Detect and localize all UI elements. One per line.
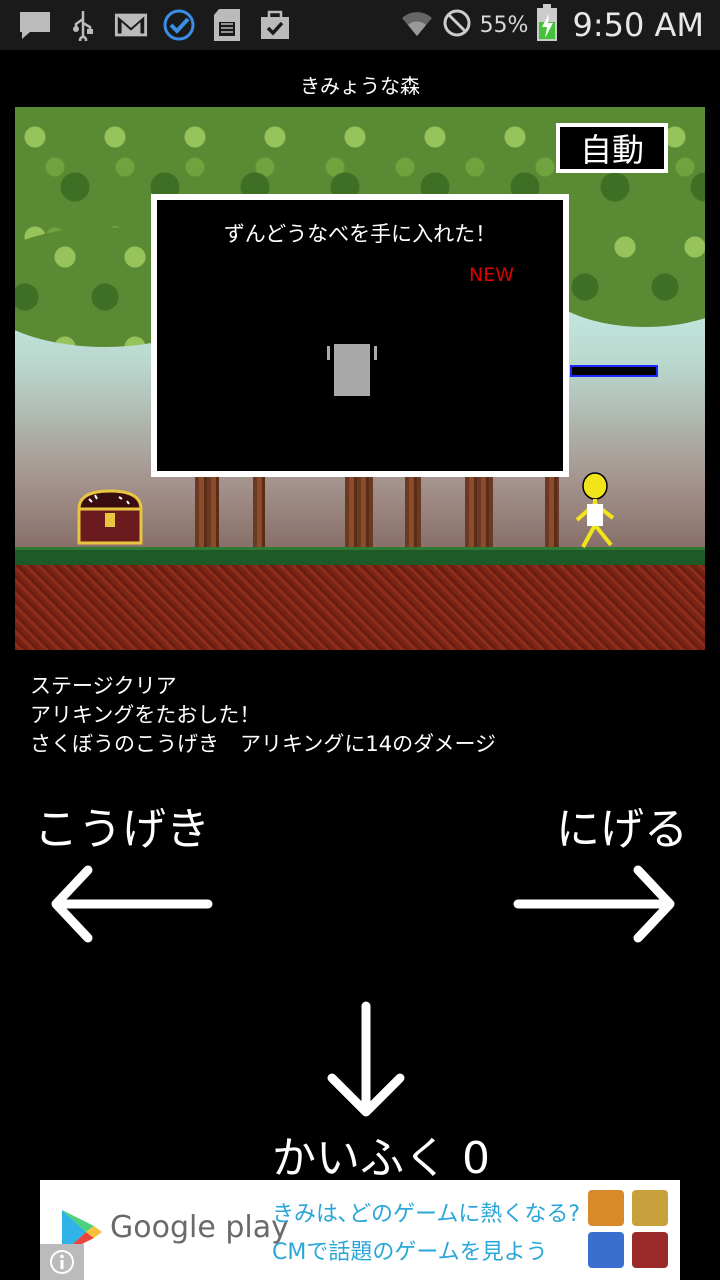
ad-info-icon[interactable]	[40, 1244, 84, 1280]
pot-icon	[327, 342, 377, 402]
game-thumbnail	[632, 1232, 668, 1268]
tree-trunk	[253, 477, 265, 547]
game-thumbnail	[632, 1190, 668, 1226]
notification-icons	[18, 8, 292, 42]
down-arrow-icon[interactable]	[324, 1000, 408, 1122]
right-arrow-icon[interactable]	[512, 862, 678, 950]
tree-trunk	[405, 477, 421, 547]
item-get-dialog: ずんどうなべを手に入れた！ NEW	[151, 194, 569, 477]
wifi-icon	[400, 8, 434, 42]
status-bar: 55% 9:50 AM	[0, 0, 720, 50]
game-thumbnail	[588, 1232, 624, 1268]
ad-banner[interactable]: Google play きみは､どのゲームに熱くなる? CMで話題のゲームを見よ…	[40, 1180, 680, 1280]
tree-trunk	[465, 477, 493, 547]
log-line: アリキングをたおした！	[30, 703, 261, 727]
sd-card-icon	[210, 8, 244, 42]
attack-label[interactable]: こうげき	[34, 793, 210, 857]
ad-brand: Google play	[110, 1210, 289, 1245]
ad-headline: きみは､どのゲームに熱くなる?	[272, 1202, 581, 1227]
log-line: さくぼうのこうげき アリキングに14のダメージ	[30, 732, 497, 756]
dirt-ground	[15, 565, 705, 650]
log-line: ステージクリア	[30, 674, 177, 698]
tree-trunk	[195, 477, 219, 547]
game-scene: 自動 ずんどうなべを手に入れた！ NEW	[15, 107, 705, 650]
chat-icon	[18, 8, 52, 42]
no-signal-icon	[442, 8, 472, 42]
sync-check-icon	[162, 8, 196, 42]
usb-icon	[66, 8, 100, 42]
ad-subline: CMで話題のゲームを見よう	[272, 1240, 548, 1265]
left-arrow-icon[interactable]	[48, 862, 214, 950]
battery-percent: 55%	[479, 12, 529, 38]
escape-label[interactable]: にげる	[556, 793, 688, 857]
gmail-icon	[114, 8, 148, 42]
dialog-message: ずんどうなべを手に入れた！	[223, 222, 497, 246]
heal-label[interactable]: かいふく 0	[272, 1122, 490, 1186]
battle-log: ステージクリア アリキングをたおした！ さくぼうのこうげき アリキングに14のダ…	[30, 672, 496, 759]
treasure-chest-icon	[75, 487, 145, 551]
game-thumbnail	[588, 1190, 624, 1226]
hero-character	[567, 472, 627, 556]
battery-charging-icon	[536, 4, 558, 46]
system-status: 55% 9:50 AM	[400, 0, 704, 50]
new-badge: NEW	[469, 264, 515, 286]
clipboard-check-icon	[258, 8, 292, 42]
stage-title: きみょうな森	[300, 74, 420, 98]
clock: 9:50 AM	[572, 6, 704, 44]
enemy-hp-bar	[570, 365, 658, 377]
tree-trunk	[545, 477, 559, 547]
tree-trunk	[345, 477, 373, 547]
auto-button[interactable]: 自動	[556, 123, 668, 173]
